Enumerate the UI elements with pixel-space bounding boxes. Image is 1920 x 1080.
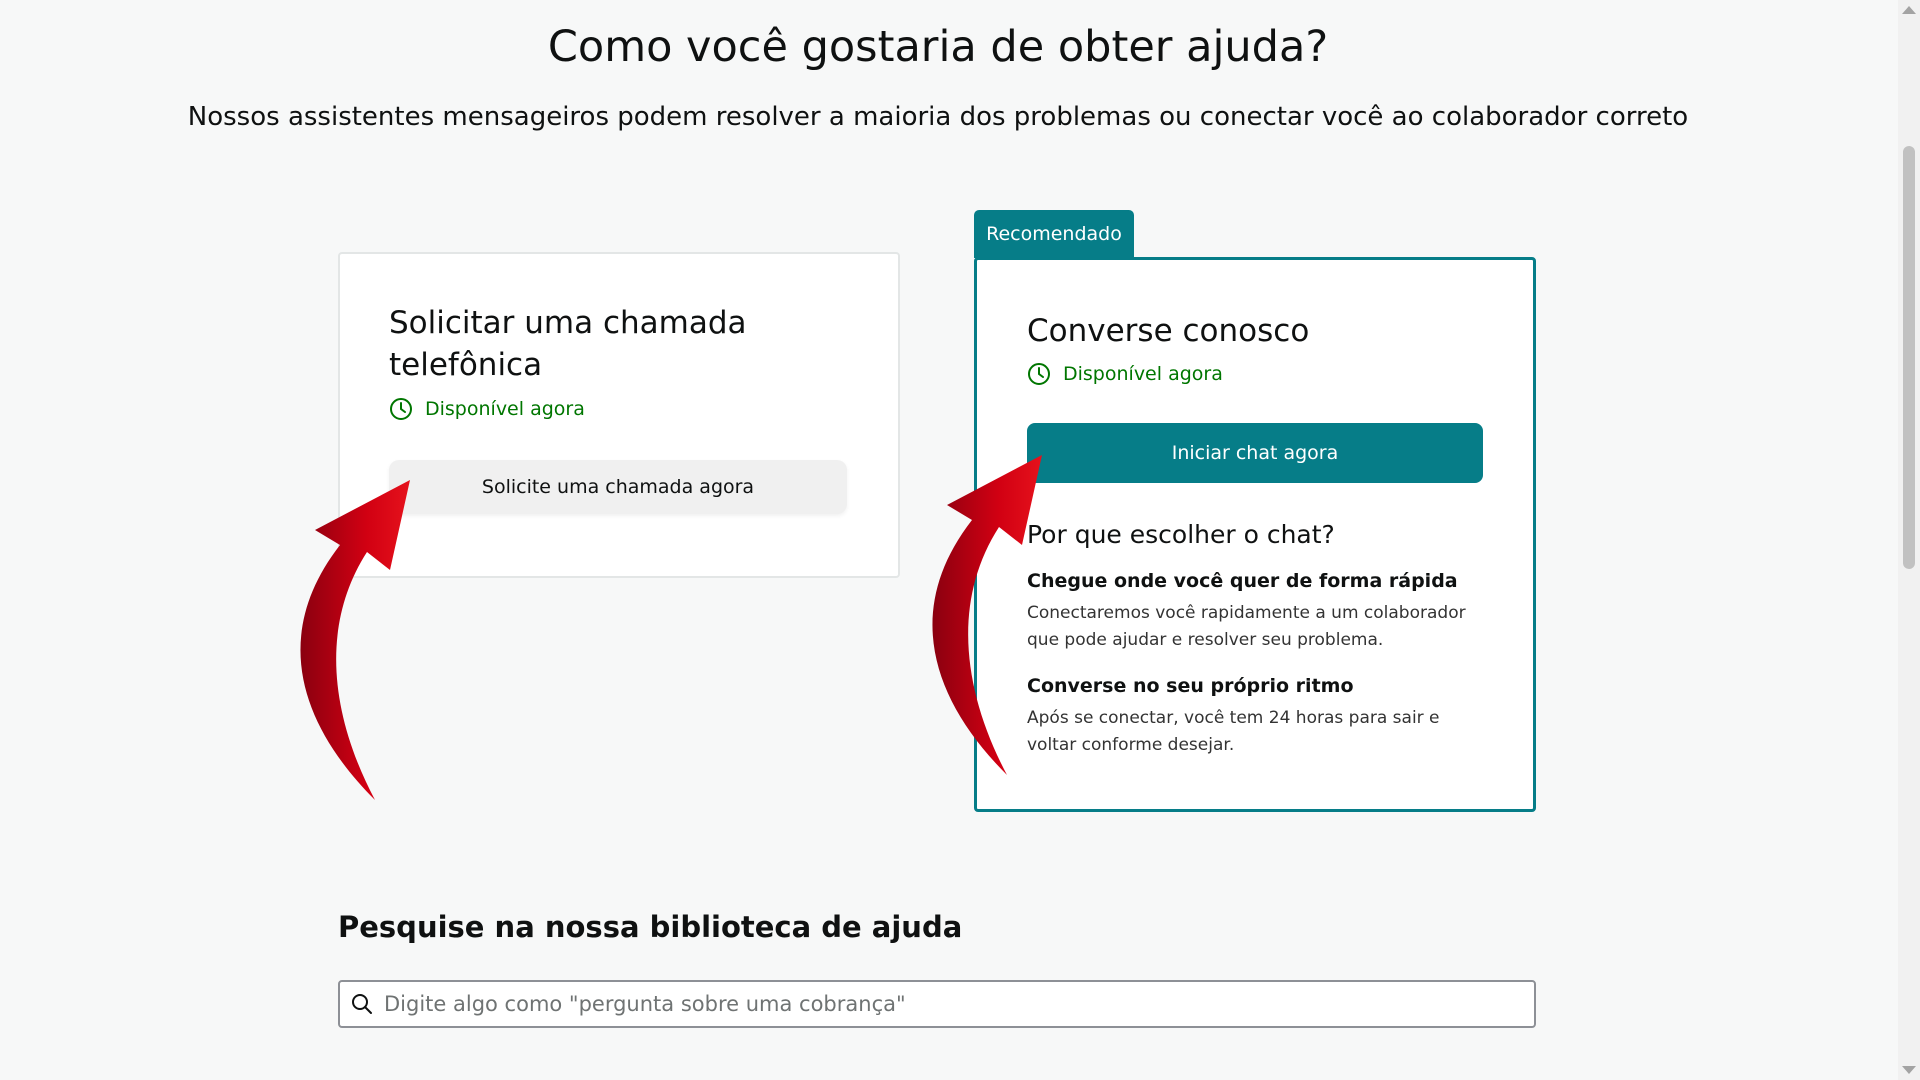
why-chat-title: Por que escolher o chat?: [1027, 520, 1335, 549]
page-title: Como você gostaria de obter ajuda?: [547, 22, 1329, 72]
phone-availability: Disponível agora: [389, 397, 585, 421]
page-subtitle: Nossos assistentes mensageiros podem res…: [187, 102, 1689, 132]
chat-card-title: Converse conosco: [1027, 313, 1310, 349]
scroll-thumb[interactable]: [1903, 146, 1915, 569]
search-icon: [352, 994, 372, 1014]
help-contact-page: Como você gostaria de obter ajuda? Nosso…: [0, 0, 1898, 1080]
start-chat-button[interactable]: Iniciar chat agora: [1027, 423, 1483, 483]
help-search-box: [338, 980, 1536, 1028]
annotation-arrow-icon: [300, 480, 410, 800]
clock-icon: [390, 398, 412, 420]
reason-heading: Chegue onde você quer de forma rápida: [1027, 570, 1458, 592]
chat-availability-label: Disponível agora: [1063, 363, 1223, 385]
reason-text: Após se conectar, você tem 24 horas para…: [1027, 708, 1440, 755]
recommended-badge: Recomendado: [974, 210, 1134, 258]
help-search-title: Pesquise na nossa biblioteca de ajuda: [338, 910, 963, 944]
annotation-arrow-icon: [932, 455, 1042, 775]
clock-icon: [1028, 363, 1050, 385]
reason-text: Conectaremos você rapidamente a um colab…: [1027, 603, 1466, 650]
scroll-down-icon[interactable]: [1902, 1066, 1916, 1074]
phone-availability-label: Disponível agora: [425, 398, 585, 420]
request-call-button[interactable]: Solicite uma chamada agora: [389, 460, 847, 514]
help-search-input[interactable]: [382, 991, 1526, 1017]
reason-heading: Converse no seu próprio ritmo: [1027, 675, 1354, 697]
phone-card-title: Solicitar uma chamada telefônica: [389, 305, 747, 383]
page-scrollbar[interactable]: [1898, 0, 1920, 1080]
scroll-up-icon[interactable]: [1902, 6, 1916, 14]
chat-availability: Disponível agora: [1027, 362, 1223, 386]
